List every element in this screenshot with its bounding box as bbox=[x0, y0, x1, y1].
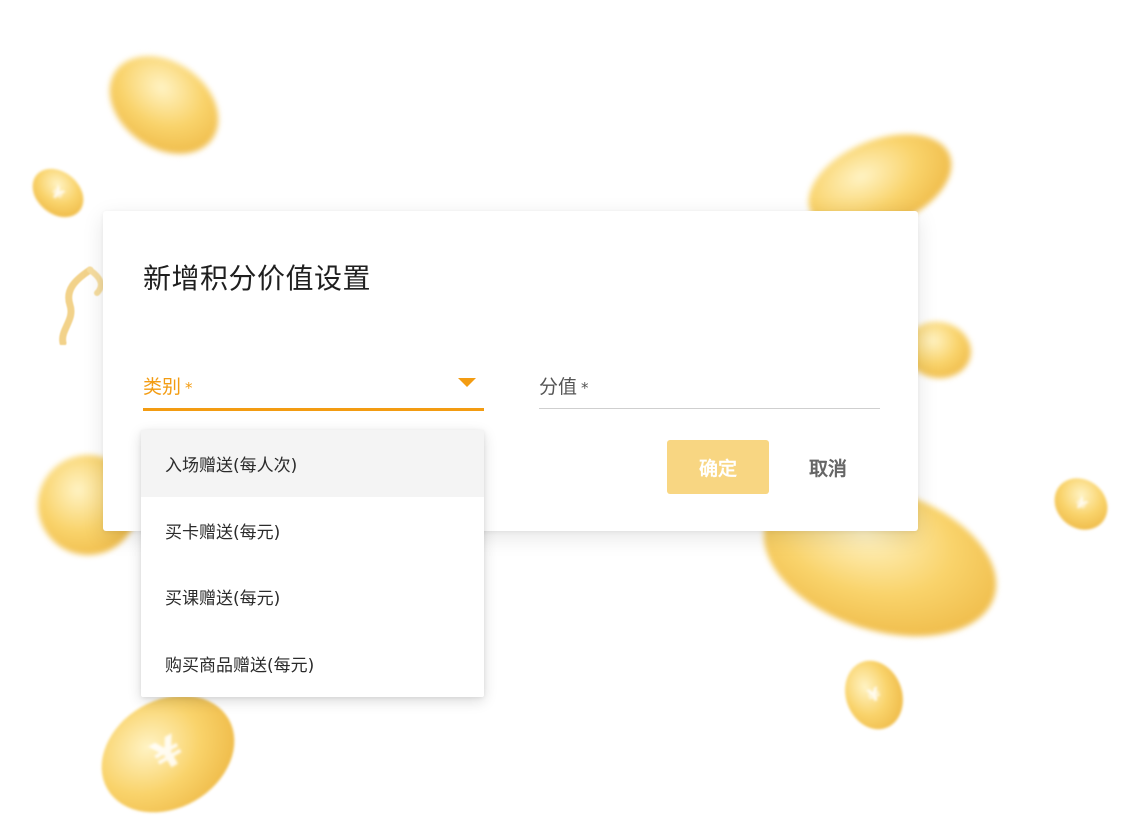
menu-item-entry-gift[interactable]: 入场赠送(每人次) bbox=[141, 430, 484, 497]
score-label: 分值 * bbox=[539, 372, 589, 399]
required-mark: * bbox=[185, 379, 193, 397]
menu-item-card-purchase-gift[interactable]: 买卡赠送(每元) bbox=[141, 497, 484, 564]
category-select[interactable]: 类别 * bbox=[143, 366, 484, 411]
yen-icon: ¥ bbox=[864, 682, 884, 708]
dropdown-arrow-icon[interactable] bbox=[458, 378, 476, 387]
category-label-text: 类别 bbox=[143, 376, 182, 398]
required-mark: * bbox=[581, 379, 589, 397]
coin-decoration bbox=[91, 35, 237, 175]
category-dropdown-menu: 入场赠送(每人次) 买卡赠送(每元) 买课赠送(每元) 购买商品赠送(每元) bbox=[141, 430, 484, 697]
score-label-text: 分值 bbox=[539, 376, 578, 398]
coin-decoration: ¥ bbox=[23, 158, 93, 228]
coin-decoration: ¥ bbox=[1044, 467, 1118, 541]
confirm-button[interactable]: 确定 bbox=[667, 440, 769, 494]
menu-item-product-purchase-gift[interactable]: 购买商品赠送(每元) bbox=[141, 630, 484, 697]
dialog-title: 新增积分价值设置 bbox=[143, 262, 372, 295]
menu-item-course-purchase-gift[interactable]: 买课赠送(每元) bbox=[141, 564, 484, 631]
score-input[interactable]: 分值 * bbox=[539, 366, 880, 409]
cancel-button[interactable]: 取消 bbox=[783, 440, 873, 494]
category-label: 类别 * bbox=[143, 372, 193, 399]
yen-icon: ¥ bbox=[47, 182, 69, 204]
yen-icon: ¥ bbox=[1071, 493, 1091, 515]
coin-decoration: ¥ bbox=[835, 652, 913, 738]
